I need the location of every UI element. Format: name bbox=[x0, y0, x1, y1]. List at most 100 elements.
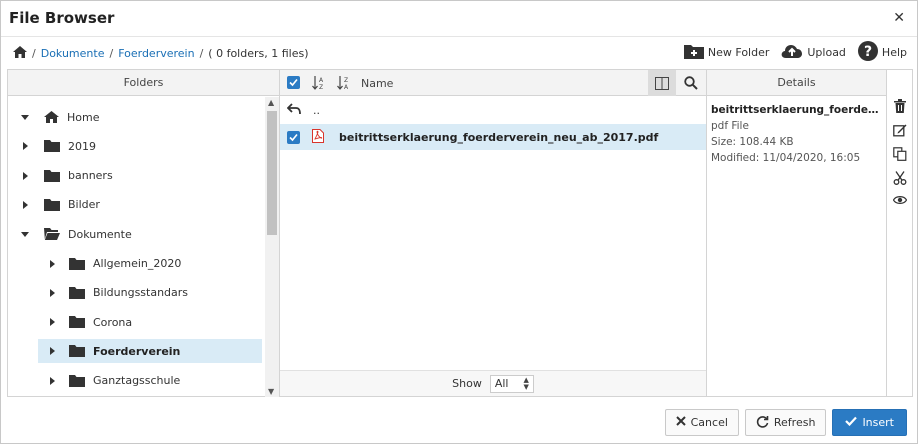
back-icon bbox=[286, 102, 301, 118]
name-column-header[interactable]: Name bbox=[361, 77, 393, 90]
parent-folder-row[interactable]: .. bbox=[280, 97, 706, 123]
caret-right-icon[interactable] bbox=[47, 288, 57, 297]
upload-label: Upload bbox=[807, 46, 846, 59]
new-folder-button[interactable]: New Folder bbox=[683, 43, 769, 62]
file-checkbox[interactable] bbox=[287, 130, 300, 144]
svg-text:A: A bbox=[319, 77, 324, 84]
sort-desc-icon[interactable]: ZA bbox=[337, 75, 351, 93]
folder-tree-item[interactable]: Bildungsstandars bbox=[8, 281, 266, 305]
cut-icon[interactable] bbox=[893, 171, 907, 188]
folder-icon bbox=[69, 374, 85, 387]
files-header: AZ ZA Name bbox=[280, 70, 706, 96]
folder-tree-label: 2019 bbox=[68, 139, 96, 153]
breadcrumb: / Dokumente / Foerderverein / ( 0 folder… bbox=[13, 46, 309, 61]
caret-right-icon[interactable] bbox=[20, 200, 30, 209]
insert-button[interactable]: Insert bbox=[832, 409, 907, 436]
svg-text:A: A bbox=[344, 84, 349, 90]
caret-right-icon[interactable] bbox=[47, 347, 57, 356]
check-icon bbox=[845, 416, 858, 429]
folder-tree-item[interactable]: 2019 bbox=[8, 134, 266, 158]
help-icon: ? bbox=[857, 41, 878, 64]
upload-button[interactable]: Upload bbox=[781, 43, 846, 62]
cancel-button[interactable]: Cancel bbox=[664, 409, 739, 436]
details-file-type: pdf File bbox=[711, 120, 749, 132]
close-icon[interactable]: ✕ bbox=[893, 10, 905, 26]
breadcrumb-foerderverein[interactable]: Foerderverein bbox=[118, 47, 194, 60]
search-icon[interactable] bbox=[684, 76, 698, 93]
caret-down-icon[interactable] bbox=[20, 231, 30, 237]
preview-icon[interactable] bbox=[892, 195, 907, 208]
folders-panel: Folders Home 2019 banners Bilder Dokumente Al… bbox=[7, 69, 280, 397]
folder-tree-label: Dokumente bbox=[68, 227, 132, 241]
folder-scrollbar[interactable]: ▲ ▼ bbox=[265, 97, 279, 397]
cancel-icon bbox=[675, 416, 686, 429]
caret-right-icon[interactable] bbox=[47, 259, 57, 268]
folder-tree-label: Foerderverein bbox=[93, 344, 181, 358]
folder-tree-item[interactable]: Dokumente bbox=[8, 222, 266, 246]
refresh-icon bbox=[756, 415, 769, 431]
folder-tree-item[interactable]: Corona bbox=[8, 310, 266, 334]
folder-tree-item[interactable]: Ganztagsschule bbox=[8, 369, 266, 393]
edit-icon[interactable] bbox=[892, 123, 907, 140]
caret-right-icon[interactable] bbox=[20, 142, 30, 151]
svg-text:Z: Z bbox=[319, 84, 323, 90]
column-view-icon[interactable] bbox=[648, 70, 676, 96]
help-label: Help bbox=[881, 46, 907, 59]
breadcrumb-separator: / bbox=[199, 47, 204, 60]
files-footer: Show All ▲ ▼ bbox=[280, 370, 706, 396]
caret-down-icon[interactable] bbox=[20, 114, 30, 120]
scroll-thumb[interactable] bbox=[267, 111, 277, 235]
show-select[interactable]: All ▲ ▼ bbox=[489, 374, 534, 393]
folder-icon bbox=[69, 345, 85, 358]
pdf-icon bbox=[312, 128, 324, 146]
select-arrows-icon: ▲ ▼ bbox=[523, 375, 529, 391]
refresh-button[interactable]: Refresh bbox=[744, 409, 827, 436]
folder-tree-label: Bilder bbox=[68, 198, 100, 212]
details-file-name: beitrittserklaerung_foerderverein_neu_ab… bbox=[711, 104, 883, 116]
select-all-checkbox[interactable] bbox=[287, 76, 300, 89]
folder-icon bbox=[69, 316, 85, 329]
toolbar: / Dokumente / Foerderverein / ( 0 folder… bbox=[1, 38, 917, 68]
file-row[interactable]: beitrittserklaerung_foerderverein_neu_ab… bbox=[280, 124, 706, 150]
files-panel: AZ ZA Name .. beitrittserklaerung_foerde… bbox=[279, 69, 707, 397]
upload-icon bbox=[781, 43, 803, 62]
dialog-footer: Cancel Refresh Insert bbox=[664, 409, 907, 436]
folder-icon bbox=[44, 140, 60, 153]
caret-right-icon[interactable] bbox=[47, 376, 57, 385]
folder-icon bbox=[69, 286, 85, 299]
folder-tree-item[interactable]: Home bbox=[8, 105, 266, 129]
folder-tree: Home 2019 banners Bilder Dokumente Allgemein_… bbox=[8, 97, 266, 397]
show-label: Show bbox=[452, 377, 482, 390]
file-actions bbox=[887, 96, 912, 208]
breadcrumb-dokumente[interactable]: Dokumente bbox=[41, 47, 105, 60]
file-name: beitrittserklaerung_foerderverein_neu_ab… bbox=[339, 130, 659, 144]
dialog-titlebar: File Browser ✕ bbox=[1, 1, 917, 37]
cancel-label: Cancel bbox=[690, 416, 728, 429]
refresh-label: Refresh bbox=[773, 416, 816, 429]
folder-tree-item[interactable]: Foerderverein bbox=[38, 339, 262, 364]
sort-asc-icon[interactable]: AZ bbox=[312, 75, 326, 93]
breadcrumb-summary: ( 0 folders, 1 files) bbox=[208, 47, 309, 60]
folder-open-icon bbox=[44, 228, 60, 241]
copy-icon[interactable] bbox=[892, 147, 907, 164]
new-folder-icon bbox=[683, 43, 704, 62]
insert-label: Insert bbox=[862, 416, 894, 429]
caret-right-icon[interactable] bbox=[47, 318, 57, 327]
scroll-up-icon[interactable]: ▲ bbox=[268, 98, 274, 107]
svg-text:?: ? bbox=[864, 44, 872, 60]
folder-tree-label: Allgemein_2020 bbox=[93, 257, 182, 270]
file-actions-spacer bbox=[887, 70, 912, 96]
help-button[interactable]: ? Help bbox=[857, 41, 907, 64]
folder-icon bbox=[44, 169, 60, 182]
svg-text:Z: Z bbox=[344, 77, 348, 84]
folder-tree-item[interactable]: banners bbox=[8, 164, 266, 188]
folder-tree-label: banners bbox=[68, 169, 113, 183]
scroll-down-icon[interactable]: ▼ bbox=[268, 387, 274, 396]
delete-icon[interactable] bbox=[893, 99, 906, 116]
folder-tree-item[interactable]: Bilder bbox=[8, 193, 266, 217]
home-icon[interactable] bbox=[13, 46, 27, 61]
caret-right-icon[interactable] bbox=[20, 171, 30, 180]
folder-tree-item[interactable]: Allgemein_2020 bbox=[8, 252, 266, 276]
toolbar-actions: New Folder Upload ? Help bbox=[683, 41, 907, 64]
folder-tree-label: Ganztagsschule bbox=[93, 374, 181, 388]
